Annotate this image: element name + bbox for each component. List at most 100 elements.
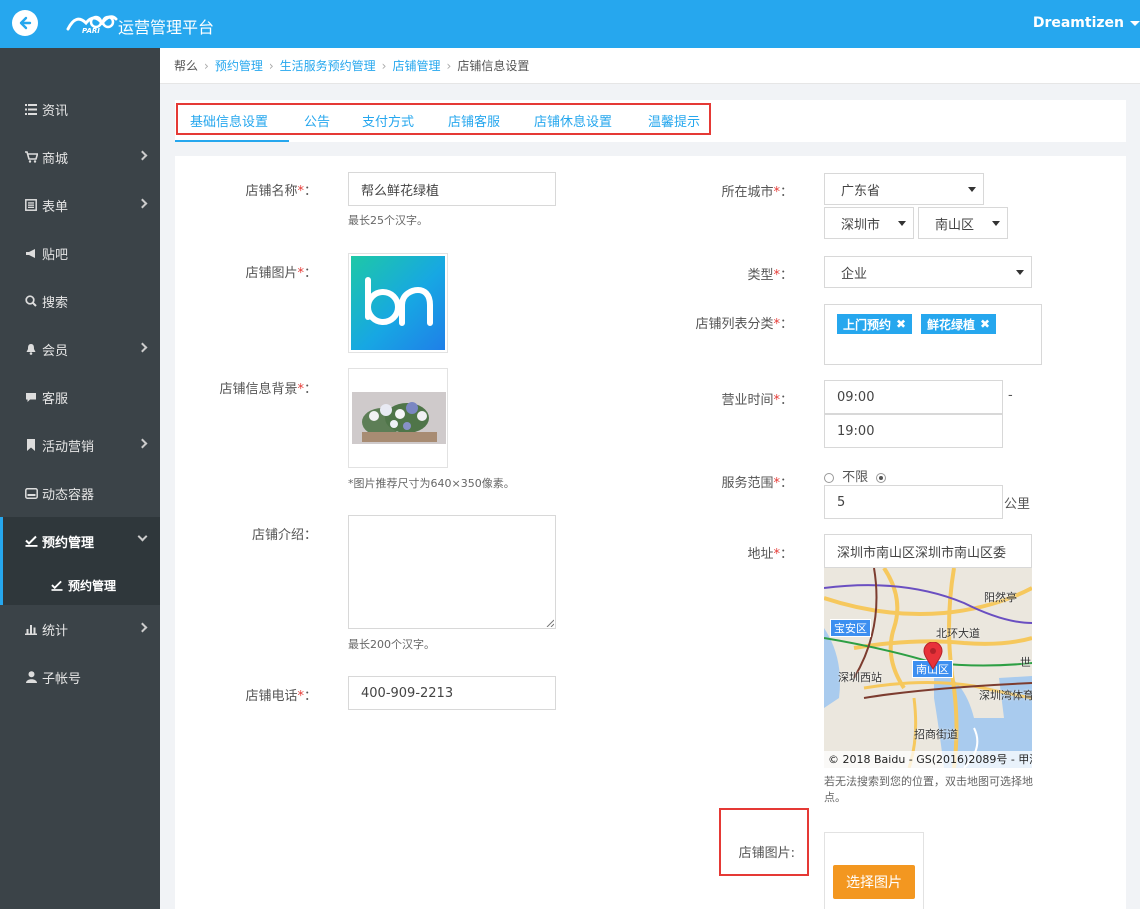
- bell-icon: [24, 342, 38, 356]
- caret-down-icon: [992, 221, 1000, 226]
- sidebar-item-booking[interactable]: 预约管理: [0, 517, 160, 565]
- sidebar-item-label: 贴吧: [42, 247, 69, 263]
- close-icon[interactable]: ✖: [980, 317, 990, 331]
- map-label-beihuan: 北环大道: [936, 627, 980, 640]
- type-select[interactable]: 企业: [824, 256, 1032, 288]
- breadcrumb-item[interactable]: 帮么: [174, 57, 198, 74]
- service-range-options: 不限: [824, 466, 887, 485]
- sidebar-item-label: 表单: [42, 199, 69, 215]
- map-label-baoan: 宝安区: [830, 619, 871, 637]
- breadcrumb-item[interactable]: 店铺管理: [392, 57, 440, 74]
- breadcrumb-item[interactable]: 生活服务预约管理: [280, 57, 376, 74]
- radio-distance[interactable]: [876, 472, 887, 483]
- shop-bg-hint: *图片推荐尺寸为640×350像素。: [348, 477, 515, 490]
- shop-logo-image: [351, 256, 445, 350]
- category-tag-input[interactable]: 上门预约 ✖ 鲜花绿植 ✖: [824, 304, 1042, 365]
- shop-bg-upload[interactable]: [348, 368, 448, 468]
- chevron-down-icon: [137, 531, 148, 542]
- address-label: 地址*：: [747, 547, 793, 562]
- city-label: 所在城市*：: [721, 185, 793, 200]
- sidebar-item-mall[interactable]: 商城: [0, 133, 160, 181]
- sidebar-item-search[interactable]: 搜索: [0, 277, 160, 325]
- baidu-map[interactable]: 宝安区 北环大道 阳然亭 南山区 世 深圳西站 深圳湾体育 招商街道 © 201…: [824, 568, 1032, 768]
- sidebar-subitem-label: 预约管理: [68, 578, 117, 593]
- hours-start-value: 09:00: [837, 389, 875, 405]
- radio-unlimited-label: 不限: [842, 470, 869, 485]
- check-edit-icon: [24, 534, 38, 548]
- service-range-value: 5: [837, 494, 846, 510]
- sidebar-item-label: 搜索: [42, 295, 69, 311]
- sidebar-item-subaccount[interactable]: 子帐号: [0, 653, 160, 701]
- category-label: 店铺列表分类*：: [695, 317, 793, 332]
- caret-down-icon: [1130, 20, 1140, 26]
- sidebar-item-label: 统计: [42, 623, 69, 639]
- sidebar-item-news[interactable]: 资讯: [0, 85, 160, 133]
- shop-intro-label: 店铺介绍：: [251, 528, 317, 543]
- service-range-input[interactable]: 5: [824, 485, 1003, 519]
- logo: PARI: [66, 10, 118, 38]
- active-tab-indicator: [175, 140, 289, 142]
- address-input[interactable]: 深圳市南山区深圳市南山区委: [824, 534, 1032, 568]
- tab-payment[interactable]: 支付方式: [362, 111, 414, 130]
- choose-image-button[interactable]: 选择图片: [833, 865, 915, 899]
- tab-basic-info[interactable]: 基础信息设置: [190, 111, 268, 130]
- chevron-right-icon: ›: [446, 58, 452, 73]
- chat-icon: [24, 390, 38, 404]
- sidebar-item-label: 资讯: [42, 103, 69, 119]
- back-button[interactable]: [12, 10, 38, 36]
- city-select[interactable]: 深圳市: [824, 207, 914, 239]
- sidebar-item-label: 活动营销: [42, 439, 95, 455]
- breadcrumb-item[interactable]: 预约管理: [215, 57, 263, 74]
- breadcrumb: 帮么 › 预约管理 › 生活服务预约管理 › 店铺管理 › 店铺信息设置: [160, 48, 1140, 84]
- map-label-xizhan: 深圳西站: [838, 671, 882, 684]
- map-marker-icon: [923, 642, 943, 670]
- sidebar-item-container[interactable]: 动态容器: [0, 469, 160, 517]
- form-panel: 店铺名称*： 帮么鲜花绿植 最长25个汉字。 店铺图片*： 店铺信息背景*： *…: [175, 156, 1126, 909]
- sidebar-item-form[interactable]: 表单: [0, 181, 160, 229]
- shop-image-upload[interactable]: [348, 253, 448, 353]
- chevron-right-icon: ›: [268, 58, 274, 73]
- shop-phone-value: 400-909-2213: [361, 685, 454, 701]
- category-tag: 上门预约 ✖: [837, 314, 913, 334]
- chevron-right-icon: [137, 342, 148, 353]
- sidebar-item-member[interactable]: 会员: [0, 325, 160, 373]
- sidebar-item-stats[interactable]: 统计: [0, 605, 160, 653]
- sidebar-item-label: 客服: [42, 391, 69, 407]
- sidebar-item-label: 预约管理: [42, 535, 95, 551]
- hours-separator: -: [1008, 388, 1013, 403]
- shop-phone-input[interactable]: 400-909-2213: [348, 676, 556, 710]
- sidebar-item-service[interactable]: 客服: [0, 373, 160, 421]
- sidebar-subitem-booking[interactable]: 预约管理: [0, 565, 160, 605]
- category-tag: 鲜花绿植 ✖: [921, 314, 997, 334]
- tab-customer-service[interactable]: 店铺客服: [448, 111, 500, 130]
- tab-rest-settings[interactable]: 店铺休息设置: [534, 111, 612, 130]
- map-hint: 若无法搜索到您的位置，双击地图可选择地点。: [824, 775, 1033, 804]
- user-icon: [24, 670, 38, 684]
- tab-bar: 基础信息设置 公告 支付方式 店铺客服 店铺休息设置 温馨提示: [175, 100, 1126, 142]
- type-value: 企业: [841, 266, 868, 282]
- address-value: 深圳市南山区深圳市南山区委: [837, 545, 1007, 561]
- caret-down-icon: [968, 187, 976, 192]
- chevron-right-icon: [137, 198, 148, 209]
- sidebar-item-label: 子帐号: [42, 671, 82, 687]
- hours-start-input[interactable]: 09:00: [824, 380, 1003, 414]
- shop-intro-textarea[interactable]: [348, 515, 556, 629]
- resize-handle-icon[interactable]: [546, 619, 554, 627]
- radio-unlimited[interactable]: [824, 472, 834, 483]
- close-icon[interactable]: ✖: [896, 317, 906, 331]
- province-select[interactable]: 广东省: [824, 173, 984, 205]
- user-menu[interactable]: Dreamtizen: [1033, 15, 1140, 31]
- chevron-right-icon: ›: [204, 58, 209, 73]
- sidebar-item-marketing[interactable]: 活动营销: [0, 421, 160, 469]
- district-select[interactable]: 南山区: [918, 207, 1008, 239]
- shop-phone-label: 店铺电话*：: [245, 689, 317, 704]
- shop-name-label: 店铺名称*：: [245, 184, 317, 199]
- tab-notice[interactable]: 公告: [304, 111, 330, 130]
- chevron-right-icon: ›: [381, 58, 387, 73]
- hours-end-input[interactable]: 19:00: [824, 414, 1003, 448]
- shop-name-input[interactable]: 帮么鲜花绿植: [348, 172, 556, 206]
- sidebar-item-forum[interactable]: 贴吧: [0, 229, 160, 277]
- search-icon: [24, 294, 38, 308]
- hdd-icon: [24, 486, 38, 500]
- tab-tips[interactable]: 温馨提示: [648, 111, 700, 130]
